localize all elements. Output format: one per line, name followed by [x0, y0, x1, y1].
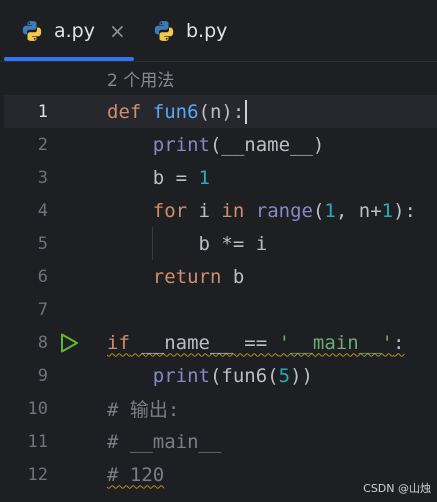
code-line-3[interactable]: b = 1 — [107, 161, 210, 194]
code-text: ( — [312, 199, 325, 222]
python-file-icon — [22, 21, 42, 41]
gutter-line[interactable]: 11 — [0, 425, 103, 458]
keyword: if — [107, 331, 130, 354]
gutter-line[interactable]: 8 — [0, 326, 103, 359]
comment: # __main__ — [107, 430, 222, 453]
close-icon[interactable]: × — [109, 19, 126, 43]
number: 5 — [278, 364, 291, 387]
gutter-line[interactable]: 9 — [0, 359, 103, 392]
code-text: (__name__) — [209, 133, 325, 156]
code-line-2[interactable]: print (__name__) — [107, 128, 325, 161]
code-text: i — [187, 199, 222, 222]
python-file-icon — [154, 21, 174, 41]
code-line-10[interactable]: # 输出: — [107, 392, 179, 425]
gutter-line[interactable]: 1 — [0, 95, 103, 128]
usage-hint[interactable]: 2 个用法 — [107, 62, 174, 95]
builtin: print — [152, 364, 210, 387]
line-number: 5 — [37, 233, 48, 254]
code-editor[interactable]: 2 个用法 1 2 3 4 5 6 7 8 9 10 11 12 def fun… — [0, 62, 437, 502]
line-number: 9 — [37, 365, 48, 386]
line-number: 6 — [37, 266, 48, 287]
tab-a-py[interactable]: a.py × — [20, 0, 126, 62]
comment: # 输出: — [107, 399, 180, 421]
editor-tab-bar: a.py × b.py — [0, 0, 437, 62]
code-line-11[interactable]: # __main__ — [107, 425, 221, 458]
code-text: b *= i — [198, 232, 268, 255]
code-line-12[interactable]: # 120 — [107, 458, 164, 491]
comment: # 120 — [107, 463, 165, 486]
line-number: 10 — [27, 398, 48, 419]
code-line-6[interactable]: return b — [107, 260, 245, 293]
code-line-5[interactable]: b *= i — [107, 227, 268, 260]
gutter-line[interactable]: 10 — [0, 392, 103, 425]
code-text: : — [393, 331, 405, 354]
number: 1 — [324, 199, 336, 222]
line-number: 12 — [27, 464, 48, 485]
keyword: in — [221, 199, 245, 222]
line-number: 3 — [37, 167, 48, 188]
string-literal: '__main__' — [278, 331, 393, 354]
line-number: 11 — [27, 431, 48, 452]
gutter-line[interactable]: 5 — [0, 227, 103, 260]
watermark: CSDN @山烛 — [363, 482, 431, 495]
gutter-line[interactable]: 4 — [0, 194, 103, 227]
line-number: 1 — [37, 101, 48, 122]
code-text: __name__ == — [129, 331, 279, 354]
line-number: 4 — [37, 200, 48, 221]
code-line-4[interactable]: for i in range(1, n+ 1): — [107, 194, 416, 227]
code-text: (n): — [198, 100, 245, 123]
gutter-line[interactable]: 2 — [0, 128, 103, 161]
code-text: (fun6( — [209, 364, 279, 387]
gutter-line[interactable]: 6 — [0, 260, 103, 293]
code-text: b — [221, 265, 245, 288]
number: 1 — [198, 166, 210, 189]
gutter-line[interactable]: 7 — [0, 293, 103, 326]
run-icon[interactable] — [58, 332, 80, 354]
line-number: 8 — [37, 332, 48, 353]
line-number: 2 — [37, 134, 48, 155]
code-text: ): — [393, 199, 416, 222]
active-tab-indicator — [4, 57, 134, 61]
code-text: )) — [290, 364, 313, 387]
tab-label: a.py — [54, 20, 95, 42]
line-number: 7 — [37, 299, 48, 320]
keyword: def — [107, 100, 142, 123]
number: 1 — [381, 199, 394, 222]
builtin: print — [152, 133, 210, 156]
tab-b-py[interactable]: b.py — [152, 0, 227, 62]
tab-label: b.py — [186, 20, 228, 42]
text-caret — [245, 99, 248, 124]
code-line-1[interactable]: def fun6 (n): — [107, 95, 248, 128]
code-line-9[interactable]: print (fun6(5)) — [107, 359, 313, 392]
builtin: range — [255, 199, 313, 222]
keyword: return — [152, 265, 222, 288]
code-line-8[interactable]: if __name__ == '__main__': — [107, 326, 404, 359]
function-name: fun6 — [152, 100, 199, 123]
keyword: for — [152, 199, 188, 222]
code-text: , n+ — [335, 199, 382, 222]
gutter-line[interactable]: 3 — [0, 161, 103, 194]
code-text: b = — [152, 166, 199, 189]
gutter-line[interactable]: 12 — [0, 458, 103, 491]
